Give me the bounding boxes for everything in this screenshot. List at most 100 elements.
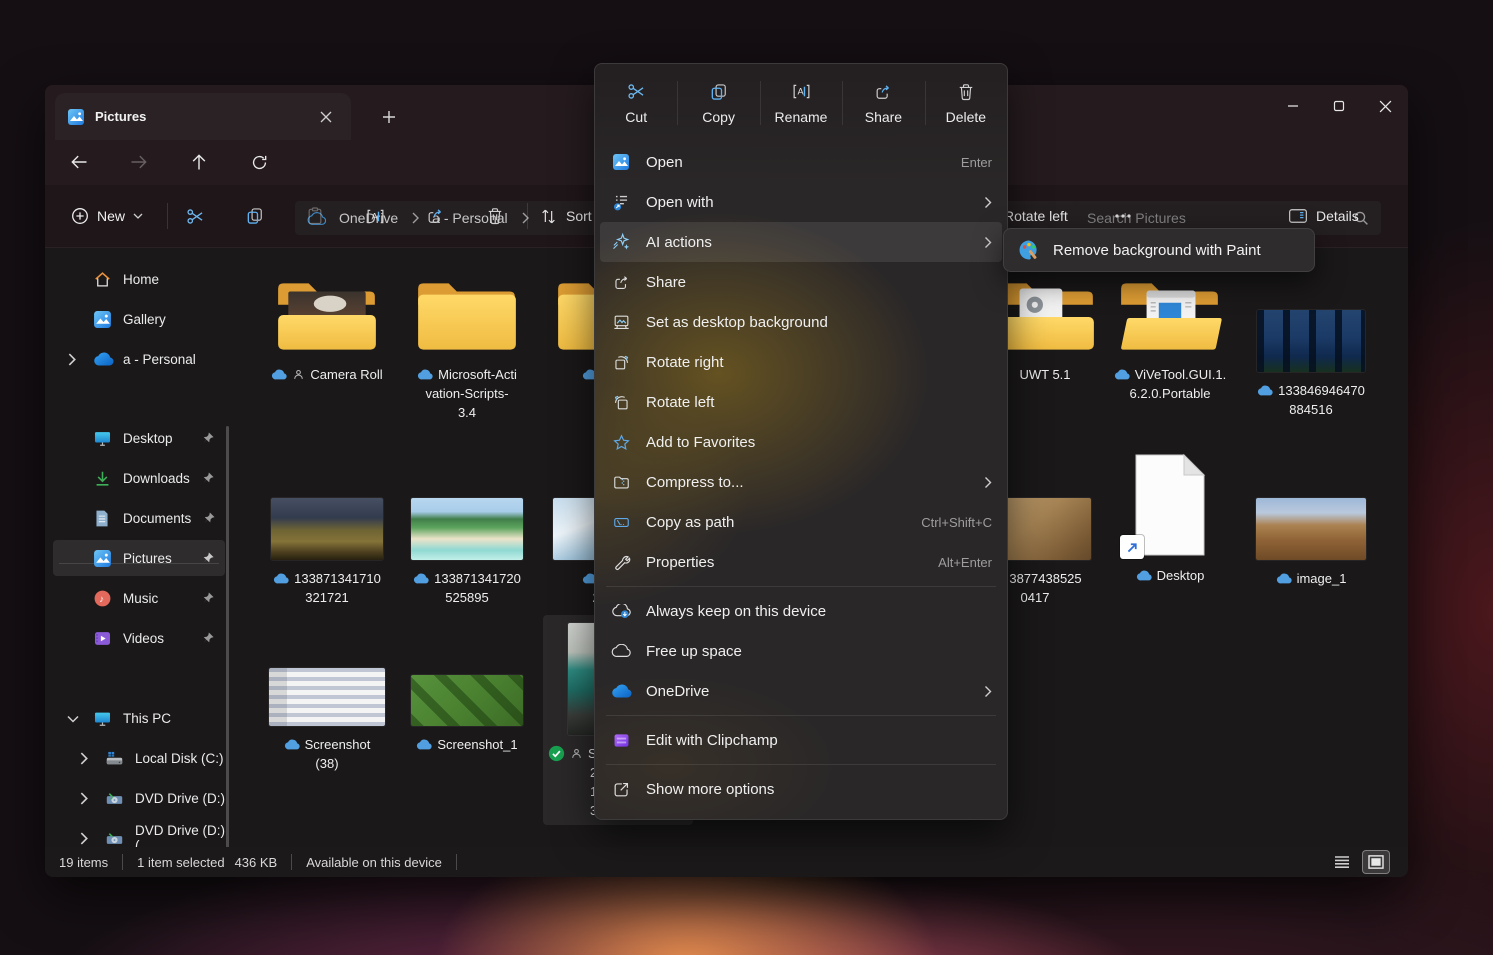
cloud-status-icon <box>271 369 287 380</box>
context-menu: Cut Copy A Rename Share Delete Open <box>594 63 1008 820</box>
details-view-button[interactable] <box>1328 850 1356 874</box>
file-screenshot-38[interactable]: Screenshot (38) <box>252 668 402 773</box>
file-screenshot-1[interactable]: Screenshot_1 <box>392 675 542 754</box>
file-microsoft-activation-scripts[interactable]: Microsoft-Acti vation-Scripts- 3.4 <box>392 278 542 422</box>
file-name: (38) <box>315 754 338 773</box>
cloud-status-icon <box>1257 385 1273 396</box>
file-vivetool-folder[interactable]: ViVeTool.GUI.1. 6.2.0.Portable <box>1095 278 1245 403</box>
share-button[interactable] <box>415 196 455 236</box>
copy-button[interactable] <box>235 196 275 236</box>
up-button[interactable] <box>183 146 215 178</box>
paste-button[interactable] <box>295 196 335 236</box>
new-tab-button[interactable] <box>375 103 403 131</box>
menu-item-rotate-left[interactable]: Rotate left <box>600 382 1002 422</box>
ai-sparkle-icon <box>610 232 632 252</box>
menu-item-ai-actions[interactable]: AI actions <box>600 222 1002 262</box>
forward-button[interactable] <box>123 146 155 178</box>
sidebar-item-documents[interactable]: Documents <box>53 500 225 536</box>
sidebar-item-label: Gallery <box>123 312 166 327</box>
cut-label: Cut <box>625 109 647 125</box>
sidebar-item-home[interactable]: Home <box>53 261 225 297</box>
share-icon <box>873 82 893 102</box>
items-count: 19 items <box>59 855 108 870</box>
new-button[interactable]: New <box>59 198 155 234</box>
file-camera-roll[interactable]: Camera Roll <box>252 278 402 384</box>
shortcut-text: Ctrl+Shift+C <box>921 515 992 530</box>
menu-item-show-more-options[interactable]: Show more options <box>600 769 1002 809</box>
delete-menu-button[interactable]: Delete <box>925 64 1007 142</box>
sidebar-item-gallery[interactable]: Gallery <box>53 301 225 337</box>
minimize-button[interactable] <box>1270 85 1316 127</box>
rename-menu-button[interactable]: A Rename <box>760 64 842 142</box>
file-133871341720525895[interactable]: 133871341720 525895 <box>392 498 542 607</box>
menu-item-share[interactable]: Share <box>600 262 1002 302</box>
file-name: vation-Scripts- <box>425 384 508 403</box>
menu-item-add-to-favorites[interactable]: Add to Favorites <box>600 422 1002 462</box>
sidebar-item-a-personal[interactable]: a - Personal <box>53 341 225 377</box>
menu-item-open[interactable]: Open Enter <box>600 142 1002 182</box>
image-thumbnail <box>411 675 523 726</box>
menu-item-properties[interactable]: Properties Alt+Enter <box>600 542 1002 582</box>
sidebar-item-label: Videos <box>123 631 164 646</box>
refresh-button[interactable] <box>243 146 275 178</box>
cloud-status-icon <box>1136 570 1152 581</box>
large-icons-view-button[interactable] <box>1362 850 1390 874</box>
sidebar-scrollbar[interactable] <box>226 426 229 877</box>
sidebar-item-desktop[interactable]: Desktop <box>53 420 225 456</box>
sidebar-item-pictures[interactable]: Pictures <box>53 540 225 576</box>
share-menu-button[interactable]: Share <box>842 64 924 142</box>
sidebar-item-videos[interactable]: Videos <box>53 620 225 656</box>
delete-label: Delete <box>946 109 986 125</box>
this-pc-icon <box>93 709 112 728</box>
file-desktop-shortcut[interactable]: Desktop <box>1095 453 1245 585</box>
file-133846946470884516[interactable]: 133846946470 884516 <box>1236 310 1386 419</box>
menu-item-open-with[interactable]: Open with <box>600 182 1002 222</box>
submenu-chevron-icon <box>984 196 992 209</box>
pin-icon <box>201 591 215 605</box>
menu-item-compress-to[interactable]: Compress to... <box>600 462 1002 502</box>
sort-button[interactable]: Sort <box>539 196 592 236</box>
file-icon <box>1132 453 1208 557</box>
dvd-drive-icon <box>105 830 124 847</box>
menu-item-copy-as-path[interactable]: Copy as path Ctrl+Shift+C <box>600 502 1002 542</box>
sidebar-item-local-disk-c[interactable]: Local Disk (C:) <box>53 740 225 776</box>
maximize-button[interactable] <box>1316 85 1362 127</box>
sidebar-item-this-pc[interactable]: This PC <box>53 700 225 736</box>
sidebar-item-label: Home <box>123 272 159 287</box>
svg-text:A: A <box>797 87 804 97</box>
file-image-1[interactable]: image_1 <box>1236 498 1386 588</box>
tab-pictures[interactable]: Pictures <box>55 93 351 140</box>
ai-actions-flyout[interactable]: Remove background with Paint <box>1003 228 1315 272</box>
copy-menu-button[interactable]: Copy <box>677 64 759 142</box>
tab-close-icon[interactable] <box>313 104 339 130</box>
menu-item-onedrive[interactable]: OneDrive <box>600 671 1002 711</box>
details-label: Details <box>1316 208 1359 224</box>
cut-button[interactable] <box>175 196 215 236</box>
sidebar-item-dvd-drive-d[interactable]: DVD Drive (D:) <box>53 780 225 816</box>
file-133871341710321721[interactable]: 133871341710 321721 <box>252 498 402 607</box>
menu-item-always-keep-on-device[interactable]: Always keep on this device <box>600 591 1002 631</box>
sidebar-item-music[interactable]: ♪ Music <box>53 580 225 616</box>
selection-size: 436 KB <box>235 855 278 870</box>
star-icon <box>610 433 632 452</box>
shortcut-text: Alt+Enter <box>938 555 992 570</box>
sidebar-item-downloads[interactable]: Downloads <box>53 460 225 496</box>
delete-icon <box>956 82 976 102</box>
window-controls <box>1270 85 1408 127</box>
close-button[interactable] <box>1362 85 1408 127</box>
clipchamp-icon <box>610 732 632 749</box>
menu-item-set-as-desktop-background[interactable]: Set as desktop background <box>600 302 1002 342</box>
desktop-background-icon <box>610 313 632 332</box>
menu-item-rotate-right[interactable]: Rotate right <box>600 342 1002 382</box>
menu-item-edit-with-clipchamp[interactable]: Edit with Clipchamp <box>600 720 1002 760</box>
menu-item-free-up-space[interactable]: Free up space <box>600 631 1002 671</box>
plus-circle-icon <box>71 207 89 225</box>
paint-icon <box>1017 238 1041 262</box>
rename-button[interactable]: A <box>355 196 395 236</box>
delete-button[interactable] <box>475 196 515 236</box>
pin-icon <box>201 631 215 645</box>
downloads-icon <box>93 469 112 488</box>
cut-menu-button[interactable]: Cut <box>595 64 677 142</box>
file-name: Desktop <box>1157 566 1205 585</box>
back-button[interactable] <box>63 146 95 178</box>
